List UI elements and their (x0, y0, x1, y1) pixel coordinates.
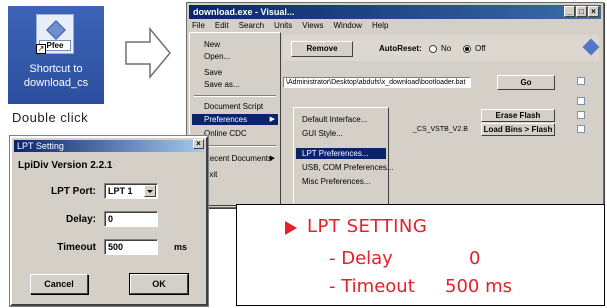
desktop-shortcut[interactable]: Pfee ↗ Shortcut to download_cs (8, 6, 104, 104)
radio-off[interactable] (463, 45, 471, 53)
lpt-port-select[interactable]: LPT 1 (104, 183, 158, 199)
menu-units[interactable]: Units (274, 20, 292, 32)
timeout-label: Timeout (57, 242, 96, 253)
lpt-setting-dialog: LPT Setting × LpiDiv Version 2.2.1 LPT P… (9, 135, 209, 307)
submenu-item-gui-style[interactable]: GUI Style... (302, 128, 343, 139)
menu-help[interactable]: Help (372, 20, 388, 32)
close-button[interactable]: × (588, 6, 599, 17)
note-delay-value: 0 (469, 248, 481, 269)
note-timeout-label: - Timeout (329, 276, 415, 297)
menu-window[interactable]: Window (333, 20, 361, 32)
shortcut-caption: Shortcut to download_cs (23, 63, 89, 89)
submenu-arrow-icon: ▶ (269, 116, 275, 123)
radio-no[interactable] (429, 45, 437, 53)
maximize-button[interactable]: □ (576, 6, 587, 17)
timeout-unit: ms (174, 242, 188, 252)
minimize-button[interactable]: _ (564, 6, 575, 17)
menu-item-document-script[interactable]: Document Script (204, 101, 263, 112)
load-bins-button[interactable]: Load Bins > Flash (481, 123, 555, 136)
side-box-3 (577, 111, 585, 119)
right-arrow-icon (125, 26, 171, 80)
instruction-text: Double click (12, 110, 89, 125)
window-titlebar: download.exe - Visual... _ □ × (189, 5, 601, 19)
menu-item-preferences[interactable]: Preferences (204, 114, 247, 125)
menu-separator (194, 95, 276, 97)
erase-flash-button[interactable]: Erase Flash (481, 109, 555, 122)
submenu-item-lpt-preferences[interactable]: LPT Preferences... (302, 148, 369, 159)
side-box-1 (577, 77, 585, 85)
chevron-down-icon[interactable] (144, 185, 156, 197)
side-box-4 (577, 125, 585, 133)
lpt-setting-note: LPT SETTING - Delay 0 - Timeout 500 ms (236, 204, 605, 306)
ok-button[interactable]: OK (129, 273, 189, 295)
menu-item-online-cdc[interactable]: Online CDC (204, 128, 247, 139)
menu-item-save-as[interactable]: Save as... (204, 79, 240, 90)
menu-file[interactable]: File (192, 20, 205, 32)
side-box-2 (577, 97, 585, 105)
toolbar: Remove AutoReset: No Off (283, 35, 599, 61)
main-app-window: download.exe - Visual... _ □ × File Edit… (186, 2, 604, 209)
note-title: LPT SETTING (307, 216, 428, 237)
menu-item-save[interactable]: Save (204, 67, 222, 78)
lpt-port-label: LPT Port: (51, 186, 96, 197)
submenu-item-usb-com-preferences[interactable]: USB, COM Preferences... (302, 162, 394, 173)
note-timeout-value: 500 ms (445, 276, 512, 297)
autoreset-label: AutoReset: (379, 44, 422, 53)
submenu-arrow-icon-2: ▶ (269, 155, 275, 162)
lpt-port-value: LPT 1 (108, 186, 133, 196)
path-field[interactable]: \Administrator\Desktop\abdufs\x_download… (283, 77, 471, 88)
go-button[interactable]: Go (497, 75, 555, 90)
menu-views[interactable]: Views (302, 20, 323, 32)
diamond-logo-icon (46, 20, 66, 40)
window-title: download.exe - Visual... (193, 7, 295, 17)
shortcut-arrow-icon: ↗ (36, 44, 46, 54)
submenu-item-default-interface[interactable]: Default Interface... (302, 114, 367, 125)
menu-item-recent-documents[interactable]: Recent Documents (204, 153, 272, 164)
note-delay-label: - Delay (329, 248, 393, 269)
menu-edit[interactable]: Edit (215, 20, 229, 32)
menu-search[interactable]: Search (239, 20, 264, 32)
cancel-button[interactable]: Cancel (30, 274, 88, 294)
preferences-submenu: Default Interface... GUI Style... LPT Pr… (293, 107, 394, 209)
radio-off-label: Off (475, 44, 486, 53)
menu-item-open[interactable]: Open... (204, 51, 230, 62)
delay-label: Delay: (65, 214, 96, 225)
dialog-close-button[interactable]: × (193, 139, 204, 149)
radio-no-label: No (441, 44, 452, 53)
version-label: LpiDiv Version 2.2.1 (18, 160, 113, 171)
delay-field[interactable]: 0 (104, 211, 158, 227)
partial-path-text: _CS_VSTB_V2.B (413, 126, 468, 133)
shortcut-file-icon: Pfee ↗ (36, 14, 74, 54)
submenu-item-misc-preferences[interactable]: Misc Preferences... (302, 176, 370, 187)
timeout-field[interactable]: 500 (104, 239, 158, 255)
remove-button[interactable]: Remove (291, 41, 353, 57)
menu-bar: File Edit Search Units Views Window Help (189, 20, 601, 32)
triangle-bullet-icon (285, 221, 297, 235)
menu-item-new[interactable]: New (204, 39, 220, 50)
dialog-title: LPT Setting (14, 140, 204, 152)
